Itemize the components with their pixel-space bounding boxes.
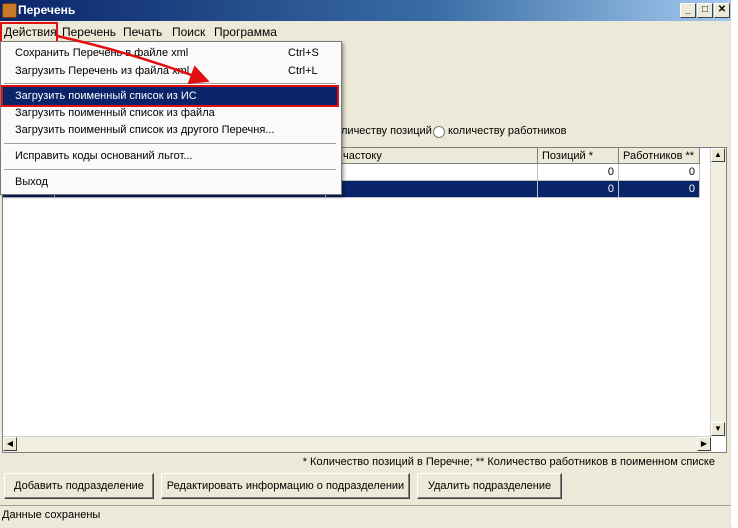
edit-department-button[interactable]: Редактировать информацию о подразделении bbox=[161, 473, 410, 499]
actions-dropdown-menu: Сохранить Перечень в файле xml Ctrl+S За… bbox=[0, 41, 342, 195]
main-window: Перечень _ □ ✕ Действия Перечень Печать … bbox=[0, 0, 733, 528]
menu-item-fix-codes[interactable]: Исправить коды оснований льгот... bbox=[1, 147, 339, 165]
menu-item-save-xml[interactable]: Сохранить Перечень в файле xml Ctrl+S bbox=[1, 44, 339, 62]
menu-item-load-list-from-file[interactable]: Загрузить поименный список из файла bbox=[1, 104, 339, 122]
title-bar: Перечень _ □ ✕ bbox=[0, 0, 731, 21]
menu-search[interactable]: Поиск bbox=[172, 25, 205, 39]
menu-program[interactable]: Программа bbox=[214, 25, 277, 39]
cell-workers: 0 bbox=[619, 181, 700, 198]
delete-department-button[interactable]: Удалить подразделение bbox=[417, 473, 562, 499]
cell-name bbox=[326, 164, 538, 181]
minimize-button[interactable]: _ bbox=[680, 3, 696, 18]
scroll-left-icon[interactable]: ◀ bbox=[3, 437, 17, 451]
horizontal-scrollbar[interactable]: ◀ ▶ bbox=[3, 436, 711, 452]
menu-item-load-xml[interactable]: Загрузить Перечень из файла xml Ctrl+L bbox=[1, 62, 339, 80]
column-header-workers[interactable]: Работников ** bbox=[619, 148, 700, 164]
app-icon bbox=[2, 3, 17, 18]
menu-separator bbox=[4, 143, 336, 145]
scroll-up-icon[interactable]: ▲ bbox=[711, 148, 725, 162]
cell-workers: 0 bbox=[619, 164, 700, 181]
radio-workers[interactable] bbox=[433, 126, 445, 138]
cell-positions: 0 bbox=[538, 164, 619, 181]
menu-separator bbox=[4, 169, 336, 171]
background-edge bbox=[731, 0, 738, 527]
menu-bar: Действия Перечень Печать Поиск Программа bbox=[0, 22, 731, 42]
scroll-down-icon[interactable]: ▼ bbox=[711, 422, 725, 436]
grid-footnote: * Количество позиций в Перечне; ** Колич… bbox=[302, 456, 715, 468]
column-header-positions[interactable]: Позиций * bbox=[538, 148, 619, 164]
column-header-name[interactable]: частоку bbox=[339, 148, 538, 164]
status-bar: Данные сохранены bbox=[0, 505, 733, 528]
menu-print[interactable]: Печать bbox=[123, 25, 162, 39]
menu-list[interactable]: Перечень bbox=[62, 25, 116, 39]
menu-item-load-list-from-other[interactable]: Загрузить поименный список из другого Пе… bbox=[1, 121, 339, 139]
maximize-button[interactable]: □ bbox=[697, 3, 713, 18]
radio-workers-label: количеству работников bbox=[448, 125, 567, 137]
menu-annotation-box bbox=[0, 22, 58, 43]
cell-positions: 0 bbox=[538, 181, 619, 198]
scroll-right-icon[interactable]: ▶ bbox=[697, 437, 711, 451]
close-button[interactable]: ✕ bbox=[714, 3, 730, 18]
radio-positions-label: личеству позиций bbox=[341, 125, 432, 137]
window-title: Перечень bbox=[18, 3, 76, 17]
menu-item-exit[interactable]: Выход bbox=[1, 173, 339, 191]
add-department-button[interactable]: Добавить подразделение bbox=[4, 473, 154, 499]
vertical-scrollbar[interactable]: ▲ ▼ bbox=[710, 148, 726, 436]
